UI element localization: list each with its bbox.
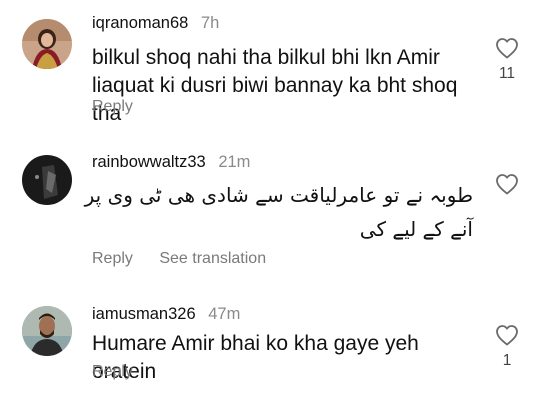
comment-text: طوبہ نے تو عامرلیاقت سے شادی ھی ٹی وی پر… bbox=[84, 183, 473, 241]
heart-icon bbox=[496, 174, 518, 195]
comment-username[interactable]: iamusman326 bbox=[92, 305, 196, 323]
avatar[interactable] bbox=[22, 306, 72, 356]
reply-button[interactable]: Reply bbox=[92, 363, 133, 380]
reply-button[interactable]: Reply bbox=[92, 98, 133, 115]
comment-username[interactable]: rainbowwaltz33 bbox=[92, 153, 206, 171]
like-button[interactable]: 1 bbox=[493, 324, 521, 370]
heart-icon bbox=[496, 325, 518, 346]
like-button[interactable] bbox=[493, 173, 521, 195]
avatar[interactable] bbox=[22, 155, 72, 205]
heart-icon bbox=[496, 38, 518, 59]
comment-username[interactable]: iqranoman68 bbox=[92, 14, 188, 32]
comment-timestamp: 7h bbox=[200, 14, 220, 32]
like-count: 1 bbox=[502, 352, 512, 369]
see-translation-button[interactable]: See translation bbox=[159, 250, 266, 267]
avatar[interactable] bbox=[22, 19, 72, 69]
comment-timestamp: 47m bbox=[208, 305, 241, 323]
comment-timestamp: 21m bbox=[218, 153, 251, 171]
like-button[interactable]: 11 bbox=[493, 37, 521, 83]
like-count: 11 bbox=[498, 65, 516, 82]
reply-button[interactable]: Reply bbox=[92, 250, 133, 267]
